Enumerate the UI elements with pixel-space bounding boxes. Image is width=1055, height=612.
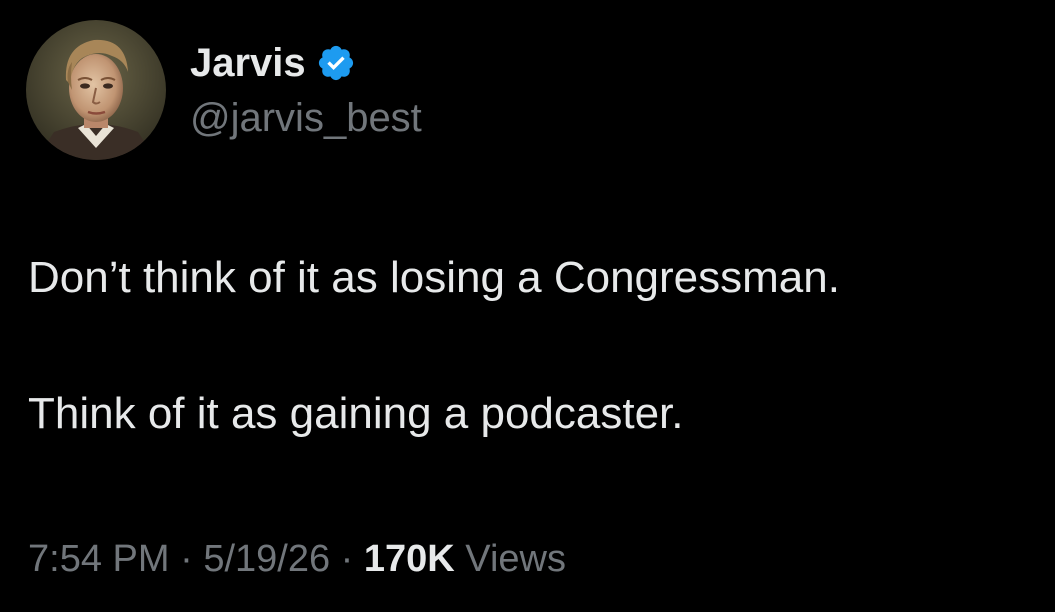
tweet-line: Think of it as gaining a podcaster. <box>28 389 684 438</box>
views-count[interactable]: 170K <box>364 538 455 580</box>
views-label: Views <box>465 538 566 580</box>
tweet-card: Jarvis @jarvis_best Don’t think of it as… <box>0 0 1055 612</box>
tweet-meta: 7:54 PM · 5/19/26 · 170K Views <box>28 538 566 581</box>
avatar[interactable] <box>26 20 166 160</box>
portrait-avatar-icon <box>26 20 166 160</box>
tweet-line: Don’t think of it as losing a Congressma… <box>28 253 840 302</box>
author-name-row: Jarvis <box>190 38 356 88</box>
tweet-date[interactable]: 5/19/26 <box>203 538 330 580</box>
display-name[interactable]: Jarvis <box>190 41 306 86</box>
verified-badge-icon[interactable] <box>316 43 356 83</box>
tweet-time[interactable]: 7:54 PM <box>28 538 170 580</box>
meta-separator: · <box>180 538 193 580</box>
tweet-body: Don’t think of it as losing a Congressma… <box>28 248 1038 444</box>
author-handle[interactable]: @jarvis_best <box>190 96 422 141</box>
meta-separator: · <box>340 538 354 580</box>
